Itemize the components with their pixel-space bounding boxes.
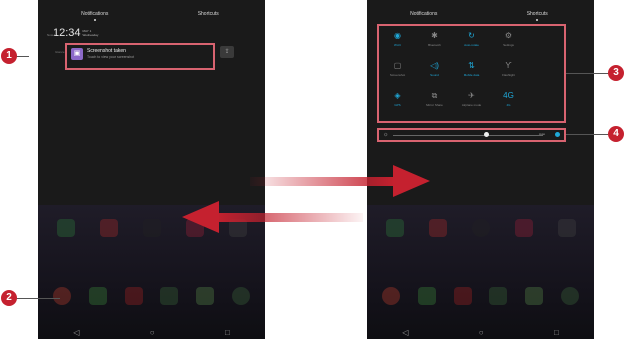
callout-leader	[566, 134, 610, 135]
arrow-right	[250, 165, 430, 197]
callout-3: 3	[608, 65, 624, 81]
callout-leader	[566, 73, 610, 74]
screenshot-stage: Notifications Shortcuts Now 1 12:34 MAY …	[0, 0, 626, 339]
arrow-left	[182, 201, 363, 233]
callout-1: 1	[1, 48, 17, 64]
callout-4: 4	[608, 126, 624, 142]
transition-arrows	[182, 165, 430, 233]
callout-2: 2	[1, 290, 17, 306]
callout-leader	[14, 298, 60, 299]
